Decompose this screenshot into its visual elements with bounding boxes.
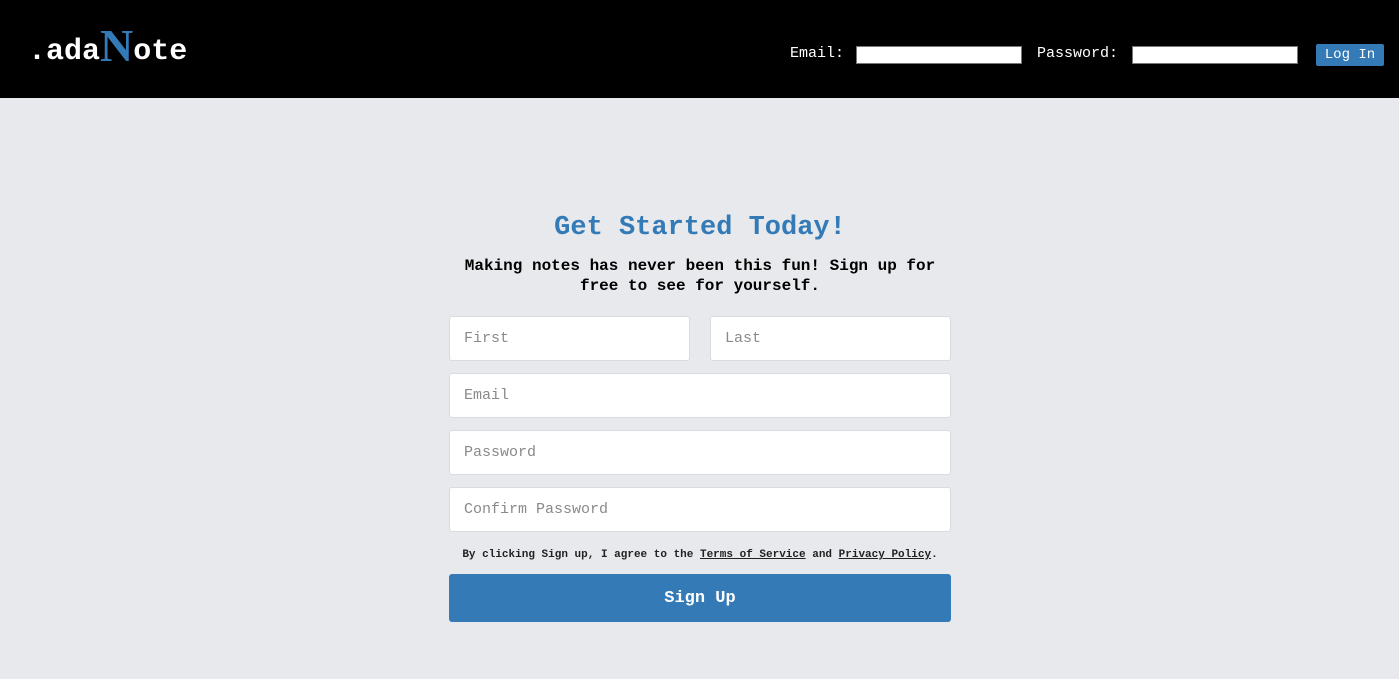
last-name-input[interactable] <box>710 316 951 361</box>
signup-subtitle: Making notes has never been this fun! Si… <box>464 257 936 295</box>
login-form: Email: Password: Log In <box>0 44 1399 66</box>
signup-title: Get Started Today! <box>554 213 846 243</box>
terms-suffix: . <box>931 549 938 561</box>
terms-prefix: By clicking Sign up, I agree to the <box>462 549 694 561</box>
signup-email-input[interactable] <box>449 373 951 418</box>
sign-up-button[interactable]: Sign Up <box>449 574 951 622</box>
privacy-policy-link[interactable]: Privacy Policy <box>839 549 931 561</box>
confirm-password-input[interactable] <box>449 487 951 532</box>
terms-notice: By clicking Sign up, I agree to the Term… <box>449 548 951 562</box>
signup-form: Get Started Today! Making notes has neve… <box>449 210 951 622</box>
terms-and: and <box>812 549 833 561</box>
login-email-input[interactable] <box>856 46 1022 64</box>
top-nav-bar: .adaNote Email: Password: Log In <box>0 0 1399 98</box>
log-in-button[interactable]: Log In <box>1316 44 1384 66</box>
login-email-label: Email: <box>790 45 845 62</box>
terms-of-service-link[interactable]: Terms of Service <box>700 549 806 561</box>
login-password-input[interactable] <box>1132 46 1298 64</box>
first-name-input[interactable] <box>449 316 690 361</box>
login-password-label: Password: <box>1037 45 1119 62</box>
signup-password-input[interactable] <box>449 430 951 475</box>
